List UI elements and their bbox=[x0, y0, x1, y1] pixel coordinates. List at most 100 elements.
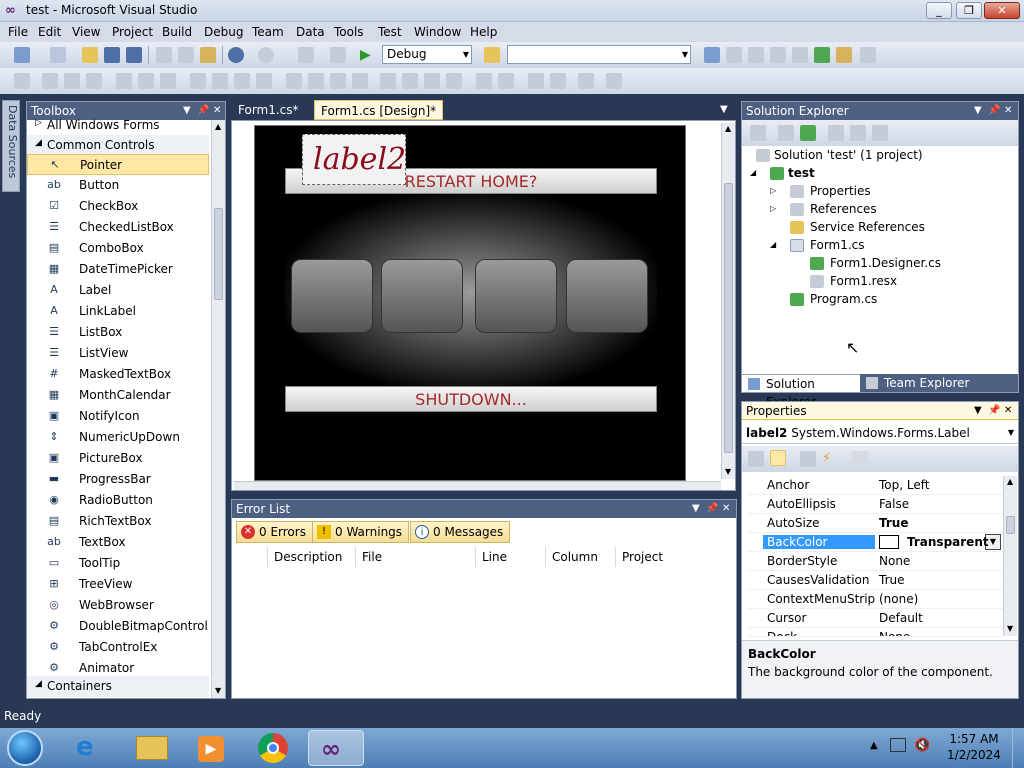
paste-icon[interactable] bbox=[200, 47, 216, 63]
horizontal-spacing-icon[interactable] bbox=[286, 73, 302, 89]
form-canvas[interactable]: RESTART HOME? SHUTDOWN... label2 bbox=[254, 125, 686, 481]
maximize-button[interactable]: ❐ bbox=[956, 2, 982, 19]
copy-icon[interactable] bbox=[178, 47, 194, 63]
column-project[interactable]: Project bbox=[616, 547, 736, 567]
navigate-backward-icon[interactable] bbox=[298, 47, 314, 63]
tools-icon[interactable] bbox=[792, 47, 808, 63]
panel-menu-icon[interactable]: ▼ bbox=[692, 500, 700, 518]
start-button[interactable] bbox=[7, 730, 43, 766]
tab-solution-explorer[interactable]: Solution Explorer bbox=[742, 374, 860, 409]
toolbox-item-richtextbox[interactable]: ▤ RichTextBox bbox=[27, 511, 209, 532]
toolbox-group-all[interactable]: ▷ All Windows Forms bbox=[27, 116, 209, 137]
toolbox-item-monthcalendar[interactable]: ▦ MonthCalendar bbox=[27, 385, 209, 406]
menu-edit[interactable]: Edit bbox=[38, 25, 61, 39]
column-line[interactable]: Line bbox=[476, 547, 546, 567]
remove-vspacing-icon[interactable] bbox=[446, 73, 462, 89]
view-code-icon[interactable] bbox=[828, 125, 844, 141]
navigate-forward-icon[interactable] bbox=[330, 47, 346, 63]
menu-test[interactable]: Test bbox=[378, 25, 402, 39]
toolbox-item-textbox[interactable]: ab TextBox bbox=[27, 532, 209, 553]
property-value[interactable]: None bbox=[879, 554, 910, 568]
show-all-files-icon[interactable] bbox=[778, 125, 794, 141]
tree-solution[interactable]: Solution 'test' (1 project) bbox=[756, 148, 923, 162]
cut-icon[interactable] bbox=[156, 47, 172, 63]
show-desktop-button[interactable] bbox=[1012, 728, 1024, 768]
align-tops-icon[interactable] bbox=[116, 73, 132, 89]
toolbox-item-listview[interactable]: ☰ ListView bbox=[27, 343, 209, 364]
tree-form1-cs[interactable]: ◢ Form1.cs bbox=[770, 238, 865, 252]
refresh-icon[interactable] bbox=[800, 125, 816, 141]
toolbox-item-notifyicon[interactable]: ▣ NotifyIcon bbox=[27, 406, 209, 427]
object-browser-icon[interactable] bbox=[748, 47, 764, 63]
square-button-4[interactable] bbox=[566, 259, 648, 333]
toolbox-group-containers[interactable]: ◢ Containers bbox=[27, 676, 209, 697]
close-icon[interactable]: ✕ bbox=[1004, 102, 1012, 120]
toolbox-icon[interactable] bbox=[770, 47, 786, 63]
tree-program-cs[interactable]: Program.cs bbox=[790, 292, 877, 306]
bring-to-front-icon[interactable] bbox=[528, 73, 544, 89]
scroll-down-icon[interactable]: ▼ bbox=[1007, 624, 1013, 633]
remove-spacing-icon[interactable] bbox=[352, 73, 368, 89]
property-row-causesvalidation[interactable]: CausesValidation True bbox=[747, 571, 1003, 590]
property-value[interactable]: True bbox=[879, 516, 908, 530]
make-same-height-icon[interactable] bbox=[234, 73, 250, 89]
redo-icon[interactable] bbox=[258, 47, 274, 63]
scrollbar-thumb[interactable] bbox=[1006, 516, 1015, 534]
increase-vspacing-icon[interactable] bbox=[402, 73, 418, 89]
toolbox-item-radiobutton[interactable]: ◉ RadioButton bbox=[27, 490, 209, 511]
property-row-autosize[interactable]: AutoSize True bbox=[747, 514, 1003, 533]
toolbox-item-treeview[interactable]: ⊞ TreeView bbox=[27, 574, 209, 595]
property-row-contextmenustrip[interactable]: ContextMenuStrip (none) bbox=[747, 590, 1003, 609]
property-value[interactable]: Default bbox=[879, 611, 923, 625]
column-icon[interactable] bbox=[234, 547, 268, 567]
vertical-spacing-icon[interactable] bbox=[380, 73, 396, 89]
property-value[interactable]: None bbox=[879, 630, 910, 636]
categorized-icon[interactable] bbox=[748, 451, 764, 467]
visual-studio-taskbar-button[interactable]: ∞ bbox=[308, 730, 364, 766]
find-in-files-icon[interactable] bbox=[484, 47, 500, 63]
property-value[interactable]: Top, Left bbox=[879, 478, 929, 492]
scroll-up-icon[interactable]: ▲ bbox=[725, 124, 731, 133]
decrease-vspacing-icon[interactable] bbox=[424, 73, 440, 89]
toolbox-item-combobox[interactable]: ▤ ComboBox bbox=[27, 238, 209, 259]
toolbox-item-button[interactable]: ab Button bbox=[27, 175, 209, 196]
toolbox-scrollbar[interactable]: ▲ ▼ bbox=[211, 120, 225, 698]
start-page-icon[interactable] bbox=[836, 47, 852, 63]
property-pages-icon[interactable] bbox=[852, 451, 868, 467]
object-selector-dropdown[interactable]: label2 System.Windows.Forms.Label ▼ bbox=[742, 422, 1018, 444]
column-column[interactable]: Column bbox=[546, 547, 616, 567]
tab-order-icon[interactable] bbox=[578, 73, 594, 89]
decrease-spacing-icon[interactable] bbox=[330, 73, 346, 89]
tab-team-explorer[interactable]: Team Explorer bbox=[860, 374, 1018, 392]
tab-dropdown-icon[interactable]: ▼ bbox=[720, 104, 728, 115]
save-all-icon[interactable] bbox=[126, 47, 142, 63]
tree-form1-designer[interactable]: Form1.Designer.cs bbox=[810, 256, 941, 270]
tree-references[interactable]: ▷ References bbox=[770, 202, 877, 216]
toolbox-item-tabcontrolex[interactable]: ⚙ TabControlEx bbox=[27, 637, 209, 658]
scroll-up-icon[interactable]: ▲ bbox=[1007, 477, 1013, 486]
menu-tools[interactable]: Tools bbox=[334, 25, 364, 39]
toolbox-item-datetimepicker[interactable]: ▦ DateTimePicker bbox=[27, 259, 209, 280]
messages-filter-button[interactable]: i 0 Messages bbox=[410, 521, 511, 543]
tree-form1-resx[interactable]: Form1.resx bbox=[810, 274, 897, 288]
menu-file[interactable]: File bbox=[8, 25, 28, 39]
align-rights-icon[interactable] bbox=[86, 73, 102, 89]
property-value[interactable]: False bbox=[879, 497, 909, 511]
close-icon[interactable]: ✕ bbox=[722, 500, 730, 518]
command-window-icon[interactable] bbox=[860, 47, 876, 63]
column-description[interactable]: Description bbox=[268, 547, 356, 567]
menu-project[interactable]: Project bbox=[112, 25, 153, 39]
properties-view-icon[interactable] bbox=[800, 451, 816, 467]
pin-icon[interactable]: 📌 bbox=[988, 102, 1000, 120]
center-horizontally-icon[interactable] bbox=[476, 73, 492, 89]
designer-vscrollbar[interactable]: ▲ ▼ bbox=[721, 123, 735, 479]
toolbox-item-label[interactable]: A Label bbox=[27, 280, 209, 301]
properties-scrollbar[interactable]: ▲ ▼ bbox=[1003, 476, 1017, 636]
properties-window-icon[interactable] bbox=[726, 47, 742, 63]
scroll-down-icon[interactable]: ▼ bbox=[725, 467, 731, 476]
make-same-width-icon[interactable] bbox=[190, 73, 206, 89]
warnings-filter-button[interactable]: ! 0 Warnings bbox=[312, 521, 410, 543]
square-button-1[interactable] bbox=[291, 259, 373, 333]
menu-window[interactable]: Window bbox=[414, 25, 461, 39]
menu-build[interactable]: Build bbox=[162, 25, 192, 39]
